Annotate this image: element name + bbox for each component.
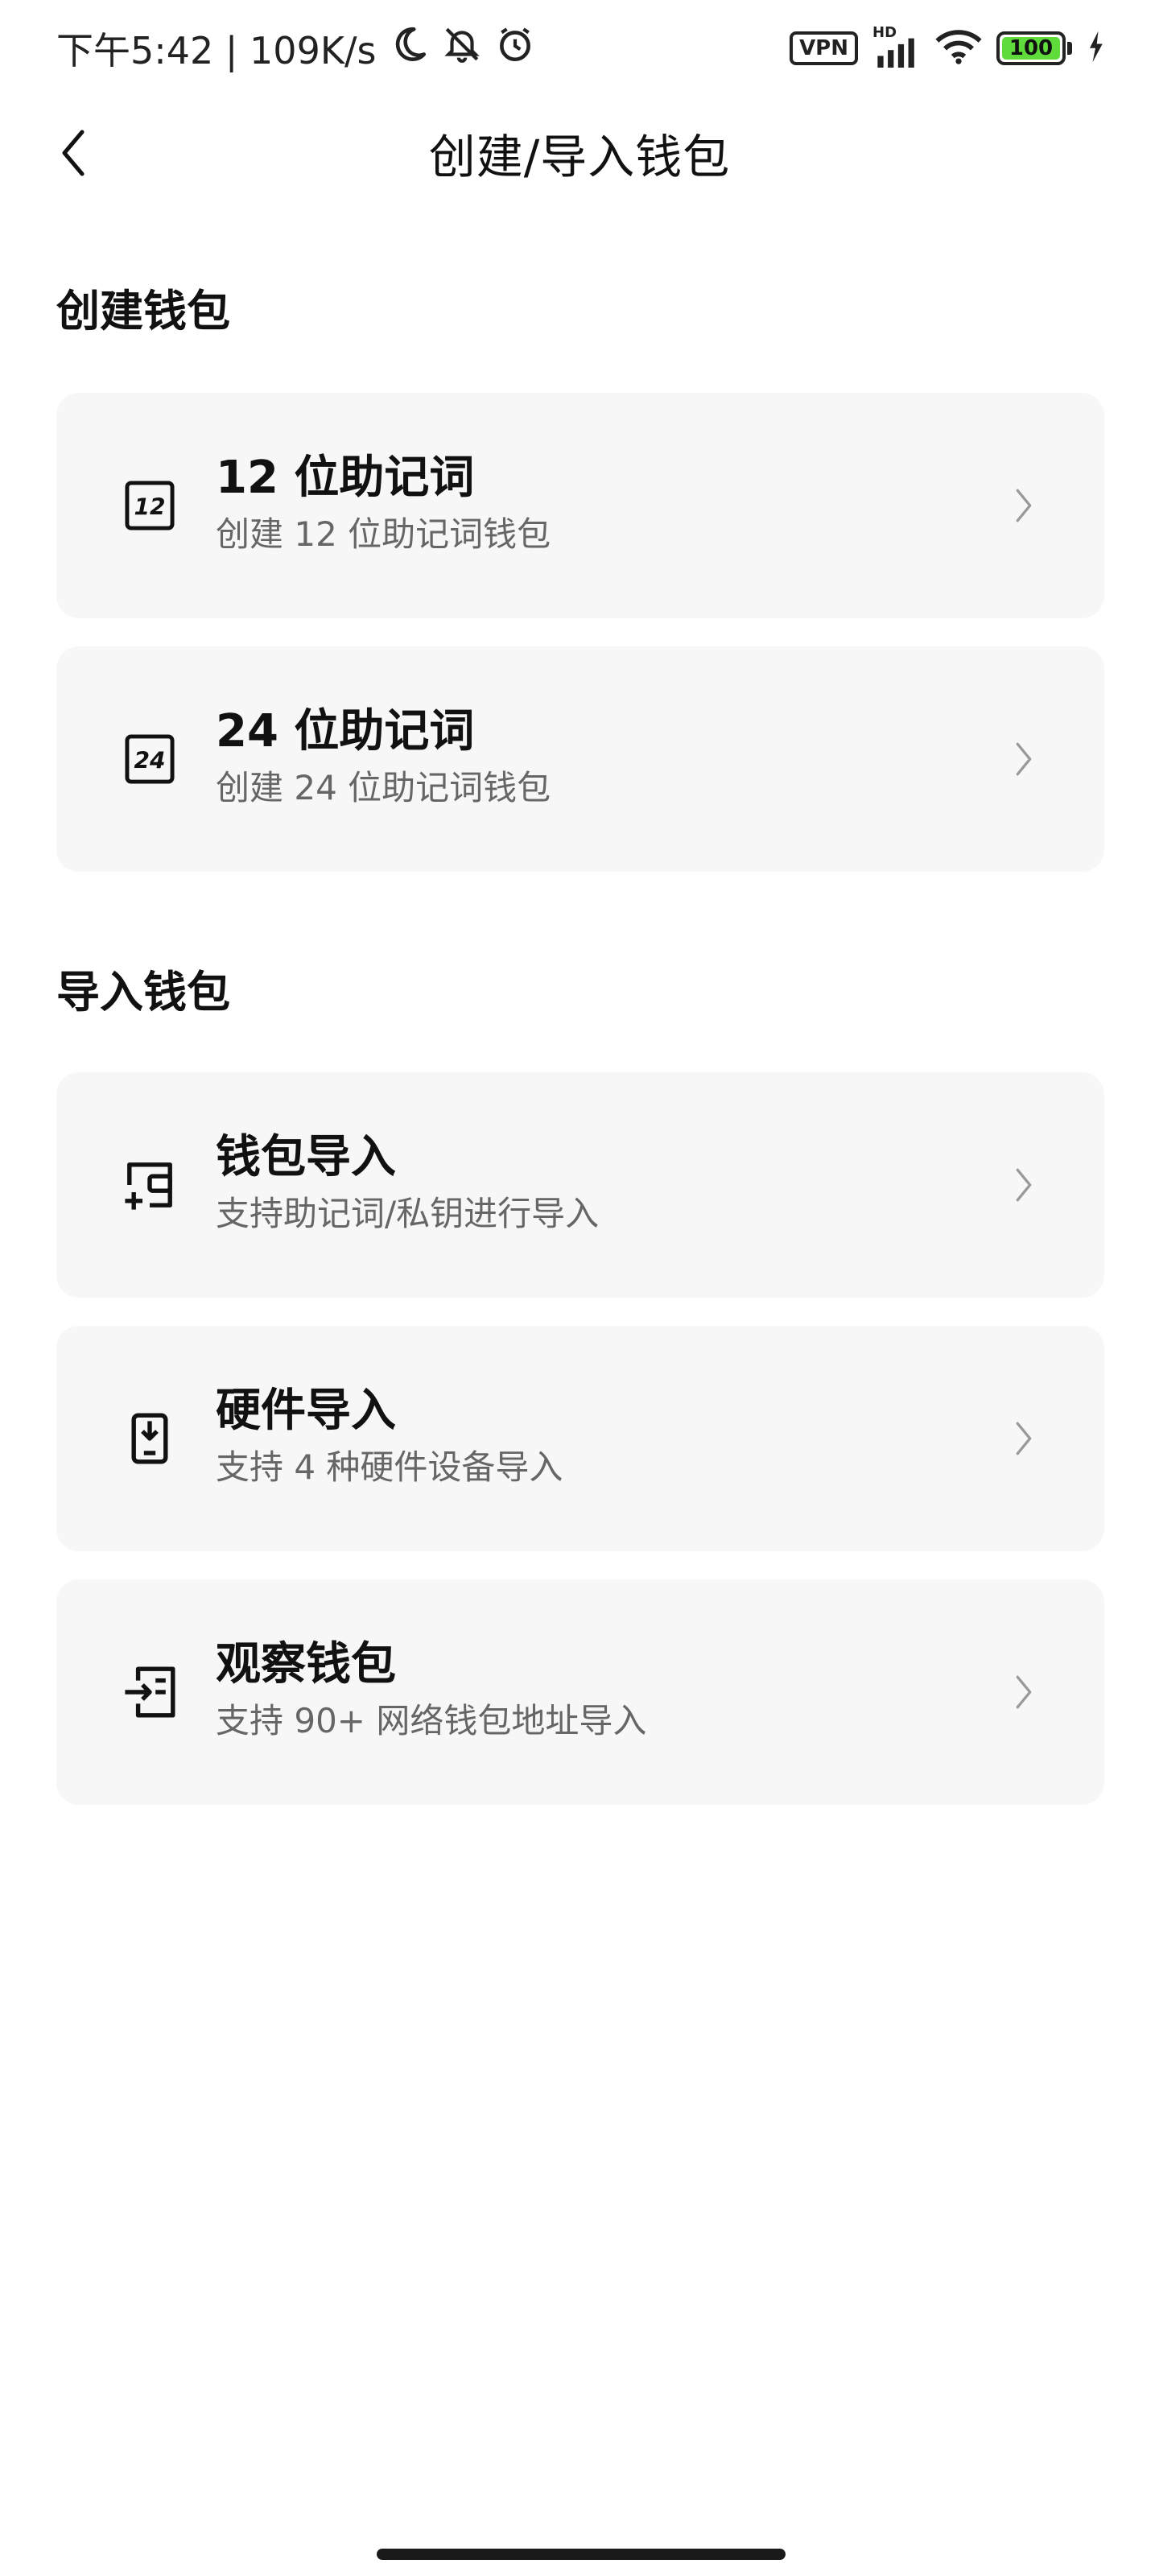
wallet-import-icon (118, 1153, 182, 1217)
back-button[interactable] (42, 121, 106, 185)
chevron-right-icon (1000, 1668, 1048, 1716)
battery-cap (1067, 42, 1072, 55)
option-watch-wallet[interactable]: 观察钱包 支持 90+ 网络钱包地址导入 (56, 1579, 1104, 1805)
card-text: 24 位助记词 创建 24 位助记词钱包 (216, 703, 551, 812)
option-12-words[interactable]: 12 12 位助记词 创建 12 位助记词钱包 (56, 393, 1104, 618)
moon-icon (389, 24, 429, 73)
card-title: 钱包导入 (216, 1131, 396, 1183)
card-subtitle: 支持 4 种硬件设备导入 (216, 1447, 563, 1487)
status-right: VPN HD 100 (790, 24, 1104, 68)
card-title: 24 位助记词 (216, 705, 475, 758)
battery-group: 100 (996, 31, 1072, 65)
alarm-icon (495, 24, 535, 73)
card-subtitle: 创建 24 位助记词钱包 (216, 768, 551, 807)
option-hardware-import[interactable]: 硬件导入 支持 4 种硬件设备导入 (56, 1326, 1104, 1551)
card-text: 12 位助记词 创建 12 位助记词钱包 (216, 449, 551, 559)
charging-icon (1087, 30, 1104, 67)
watch-wallet-icon (118, 1660, 182, 1724)
signal-icon: HD (872, 24, 921, 68)
option-24-words[interactable]: 24 24 位助记词 创建 24 位助记词钱包 (56, 646, 1104, 872)
vpn-badge: VPN (790, 31, 858, 65)
wifi-icon (935, 29, 982, 68)
mnemonic-24-icon-text: 24 (134, 748, 165, 774)
header: 创建/导入钱包 (0, 105, 1159, 201)
chevron-right-icon (1000, 481, 1048, 530)
card-title: 硬件导入 (216, 1385, 396, 1437)
page: 下午5:42 | 109K/s VPN HD 100 创建/导入钱包 创建钱包 … (0, 0, 1159, 2576)
section-title-create: 创建钱包 (56, 286, 230, 336)
card-subtitle: 创建 12 位助记词钱包 (216, 514, 551, 554)
card-text: 观察钱包 支持 90+ 网络钱包地址导入 (216, 1636, 646, 1745)
card-text: 硬件导入 支持 4 种硬件设备导入 (216, 1382, 563, 1492)
chevron-right-icon (1000, 1161, 1048, 1209)
option-wallet-import[interactable]: 钱包导入 支持助记词/私钥进行导入 (56, 1072, 1104, 1298)
hardware-device-icon (118, 1406, 182, 1471)
status-left: 下午5:42 | 109K/s (56, 22, 535, 75)
status-time-speed: 下午5:42 | 109K/s (56, 29, 377, 72)
battery-icon: 100 (996, 31, 1066, 65)
card-title: 观察钱包 (216, 1638, 396, 1690)
mnemonic-24-icon: 24 (118, 727, 182, 791)
back-arrow-icon (62, 130, 85, 176)
chevron-right-icon (1000, 735, 1048, 783)
mnemonic-12-icon-text: 12 (134, 494, 165, 521)
battery-level: 100 (1008, 36, 1054, 60)
chevron-right-icon (1000, 1414, 1048, 1463)
bell-muted-icon (442, 24, 482, 73)
card-subtitle: 支持助记词/私钥进行导入 (216, 1194, 600, 1233)
page-title: 创建/导入钱包 (428, 130, 731, 184)
card-title: 12 位助记词 (216, 452, 475, 504)
mnemonic-12-icon: 12 (118, 473, 182, 538)
card-text: 钱包导入 支持助记词/私钥进行导入 (216, 1129, 599, 1238)
section-title-import: 导入钱包 (56, 967, 230, 1018)
card-subtitle: 支持 90+ 网络钱包地址导入 (216, 1701, 647, 1740)
home-indicator[interactable] (377, 2549, 786, 2560)
status-bar: 下午5:42 | 109K/s VPN HD 100 (0, 0, 1159, 97)
